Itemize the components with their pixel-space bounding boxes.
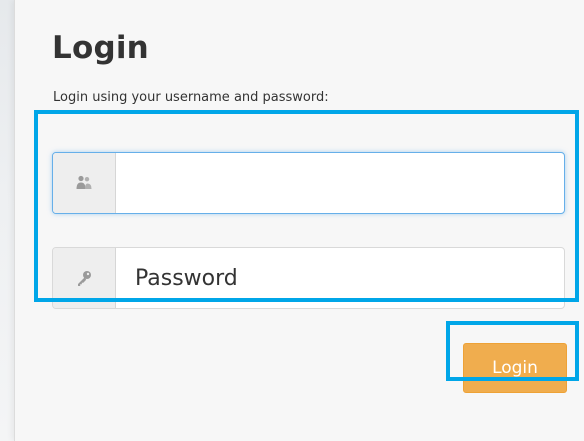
page-title: Login [52,30,149,66]
fields-highlight-box [34,110,579,302]
button-highlight-box [446,321,579,381]
login-instructions: Login using your username and password: [53,90,329,105]
